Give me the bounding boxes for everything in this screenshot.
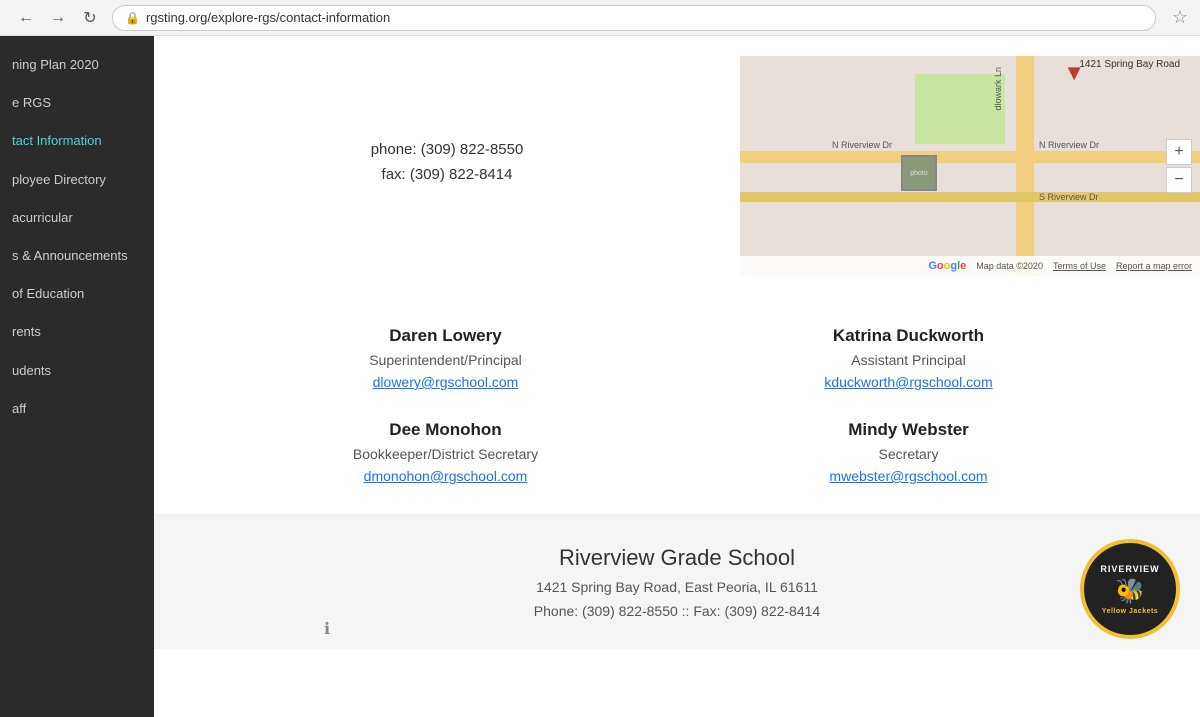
sidebar-item-education[interactable]: of Education: [0, 275, 154, 313]
staff-title-0: Superintendent/Principal: [369, 352, 522, 368]
staff-card-3: Mindy Webster Secretary mwebster@rgschoo…: [677, 420, 1140, 484]
page-footer: Riverview Grade School 1421 Spring Bay R…: [154, 515, 1200, 649]
content-area: phone: (309) 822-8550 fax: (309) 822-841…: [154, 36, 1200, 717]
sidebar-item-learning-plan[interactable]: ning Plan 2020: [0, 46, 154, 84]
footer-phone-fax: Phone: (309) 822-8550 :: Fax: (309) 822-…: [534, 603, 820, 619]
staff-name-2: Dee Monohon: [389, 420, 501, 440]
contact-info-block: phone: (309) 822-8550 fax: (309) 822-841…: [154, 56, 740, 276]
refresh-button[interactable]: ↻: [76, 4, 104, 32]
logo-bee-icon: 🐝: [1115, 577, 1145, 606]
staff-name-3: Mindy Webster: [848, 420, 969, 440]
lock-icon: 🔒: [125, 11, 140, 25]
sidebar-item-extracurricular[interactable]: acurricular: [0, 199, 154, 237]
map-dlowark-label: dlowark Ln: [993, 67, 1003, 111]
map-thumbnail: photo: [901, 155, 937, 191]
staff-title-3: Secretary: [879, 446, 939, 462]
staff-email-3[interactable]: mwebster@rgschool.com: [829, 468, 987, 484]
sidebar-item-students[interactable]: udents: [0, 352, 154, 390]
map-vertical-road: [1016, 56, 1034, 276]
main-wrapper: ning Plan 2020 e RGS tact Information pl…: [0, 36, 1200, 717]
sidebar-item-explore-rgs[interactable]: e RGS: [0, 84, 154, 122]
sidebar-item-contact-info[interactable]: tact Information: [0, 122, 154, 160]
school-logo: RIVERVIEW 🐝 Yellow Jackets: [1080, 539, 1180, 639]
logo-text-top: RIVERVIEW: [1100, 565, 1159, 575]
map-address-label: 1421 Spring Bay Road: [1079, 59, 1180, 70]
fax-text: fax: (309) 822-8414: [382, 166, 513, 183]
map-zoom-controls: + −: [1166, 139, 1192, 193]
footer-address: 1421 Spring Bay Road, East Peoria, IL 61…: [536, 579, 818, 595]
map-riverview-n2-label: N Riverview Dr: [1039, 140, 1099, 150]
staff-card-0: Daren Lowery Superintendent/Principal dl…: [214, 326, 677, 390]
staff-email-2[interactable]: dmonohon@rgschool.com: [364, 468, 528, 484]
map-zoom-out-button[interactable]: −: [1166, 167, 1192, 193]
staff-card-2: Dee Monohon Bookkeeper/District Secretar…: [214, 420, 677, 484]
top-section: phone: (309) 822-8550 fax: (309) 822-841…: [154, 36, 1200, 296]
sidebar: ning Plan 2020 e RGS tact Information pl…: [0, 36, 154, 717]
map-green-area: [915, 74, 1005, 144]
sidebar-item-staff[interactable]: aff: [0, 390, 154, 428]
map-container[interactable]: 1421 Spring Bay Road dlowark Ln N Riverv…: [740, 56, 1200, 276]
staff-email-0[interactable]: dlowery@rgschool.com: [373, 374, 519, 390]
map-pin-icon: ▼: [1063, 60, 1085, 86]
map-data-label: Map data ©2020: [976, 261, 1043, 271]
logo-text-bottom: Yellow Jackets: [1102, 608, 1158, 615]
sidebar-item-employee-dir[interactable]: ployee Directory: [0, 161, 154, 199]
url-text: rgsting.org/explore-rgs/contact-informat…: [146, 10, 390, 25]
bookmark-icon[interactable]: ☆: [1172, 7, 1188, 28]
sidebar-item-news[interactable]: s & Announcements: [0, 237, 154, 275]
staff-email-1[interactable]: kduckworth@rgschool.com: [824, 374, 992, 390]
staff-grid: Daren Lowery Superintendent/Principal dl…: [154, 296, 1200, 515]
address-bar[interactable]: 🔒 rgsting.org/explore-rgs/contact-inform…: [112, 5, 1156, 31]
staff-title-1: Assistant Principal: [851, 352, 965, 368]
map-riverview-s-label: S Riverview Dr: [1039, 192, 1099, 202]
staff-name-0: Daren Lowery: [389, 326, 501, 346]
browser-bar: ← → ↻ 🔒 rgsting.org/explore-rgs/contact-…: [0, 0, 1200, 36]
info-icon[interactable]: ℹ: [324, 619, 330, 639]
footer-text-block: Riverview Grade School 1421 Spring Bay R…: [174, 545, 1180, 619]
map-zoom-in-button[interactable]: +: [1166, 139, 1192, 165]
map-horizontal-road-2: [740, 192, 1200, 202]
map-riverview-n-label: N Riverview Dr: [832, 140, 892, 150]
sidebar-item-parents[interactable]: rents: [0, 313, 154, 351]
phone-text: phone: (309) 822-8550: [371, 141, 524, 158]
map-horizontal-road-1: [740, 151, 1200, 163]
google-logo: Google: [928, 260, 966, 272]
staff-card-1: Katrina Duckworth Assistant Principal kd…: [677, 326, 1140, 390]
map-terms-link[interactable]: Terms of Use: [1053, 261, 1106, 271]
nav-buttons: ← → ↻: [12, 4, 104, 32]
staff-title-2: Bookkeeper/District Secretary: [353, 446, 538, 462]
staff-name-1: Katrina Duckworth: [833, 326, 984, 346]
map-footer: Google Map data ©2020 Terms of Use Repor…: [740, 256, 1200, 276]
map-background: 1421 Spring Bay Road dlowark Ln N Riverv…: [740, 56, 1200, 276]
footer-school-name: Riverview Grade School: [559, 545, 795, 571]
forward-button[interactable]: →: [44, 4, 72, 32]
map-report-link[interactable]: Report a map error: [1116, 261, 1192, 271]
back-button[interactable]: ←: [12, 4, 40, 32]
